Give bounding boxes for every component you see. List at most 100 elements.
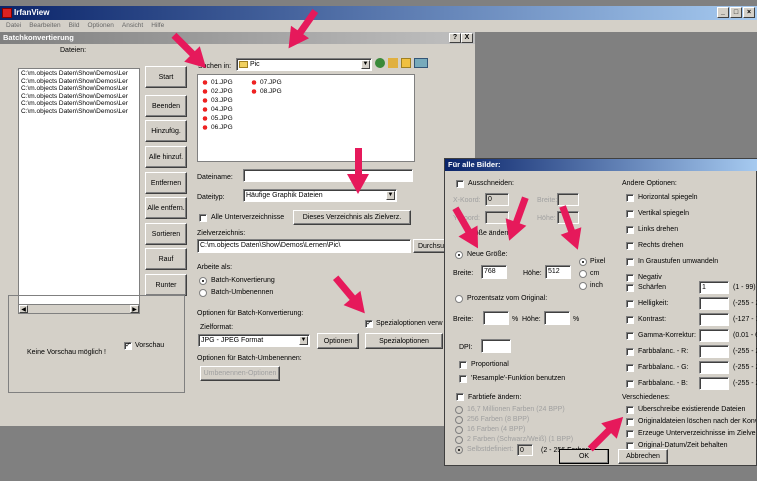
percent-radio[interactable]	[455, 295, 463, 303]
color-depth-radio[interactable]	[455, 436, 463, 444]
file-item[interactable]: 04.JPG	[201, 105, 233, 114]
new-folder-icon[interactable]	[401, 58, 411, 68]
file-item[interactable]: 07.JPG	[250, 78, 282, 87]
special-options-button[interactable]: Spezialoptionen	[365, 333, 443, 349]
preview-checkbox[interactable]: ✓	[124, 342, 132, 350]
view-menu-icon[interactable]	[414, 58, 428, 68]
minimize-button[interactable]: _	[717, 7, 729, 18]
adjust-checkbox[interactable]	[626, 316, 634, 324]
list-item[interactable]: C:\m.objects Daten\Show\Demos\Ler	[21, 108, 137, 116]
list-item[interactable]: C:\m.objects Daten\Show\Demos\Ler	[21, 70, 137, 78]
color-depth-radio[interactable]	[455, 416, 463, 424]
resize-breite-input[interactable]: 768	[481, 265, 507, 279]
crop-breite-input[interactable]	[557, 193, 579, 206]
close-button[interactable]: ×	[743, 7, 755, 18]
search-in-dropdown[interactable]: Pic ▼	[236, 58, 372, 71]
move-down-button[interactable]: Runter	[145, 274, 187, 296]
help-button[interactable]: ?	[449, 33, 461, 43]
cancel-button[interactable]: Abbrechen	[618, 449, 668, 464]
zielformat-select[interactable]: JPG - JPEG Format ▼	[198, 334, 310, 347]
dateiname-input[interactable]	[243, 169, 413, 182]
remove-button[interactable]: Entfernen	[145, 172, 187, 194]
color-depth-radio[interactable]	[455, 426, 463, 434]
pixel-radio[interactable]	[579, 258, 587, 266]
file-item[interactable]: 06.JPG	[201, 123, 233, 132]
batch-close-button[interactable]: X	[461, 33, 473, 43]
options-button[interactable]: Optionen	[317, 333, 359, 349]
file-item[interactable]: 08.JPG	[250, 87, 282, 96]
set-target-dir-button[interactable]: Dieses Verzeichnis als Zielverz.	[293, 210, 411, 225]
menu-hilfe[interactable]: Hilfe	[151, 20, 164, 32]
resize-hoehe-input[interactable]: 512	[545, 265, 571, 279]
other-option-checkbox[interactable]	[626, 194, 634, 202]
special-options-checkbox[interactable]: ✓	[365, 320, 373, 328]
file-item[interactable]: 03.JPG	[201, 96, 233, 105]
adjust-input[interactable]	[699, 361, 729, 374]
back-icon[interactable]	[375, 58, 385, 68]
maximize-button[interactable]: □	[730, 7, 742, 18]
file-item[interactable]: 02.JPG	[201, 87, 233, 96]
menu-optionen[interactable]: Optionen	[87, 20, 113, 32]
cm-radio[interactable]	[579, 270, 587, 278]
up-folder-icon[interactable]	[388, 58, 398, 68]
resample-checkbox[interactable]	[459, 375, 467, 383]
file-browser[interactable]: 01.JPG 02.JPG 03.JPG 04.JPG 05.JPG 06.JPG 07.…	[197, 74, 415, 162]
batch-rename-radio[interactable]	[199, 289, 207, 297]
sort-button[interactable]: Sortieren	[145, 223, 187, 245]
ok-button[interactable]: OK	[559, 449, 609, 464]
rename-options-button[interactable]: Umbenennen-Optionen	[200, 366, 280, 381]
crop-checkbox[interactable]	[456, 180, 464, 188]
custom-colors-input[interactable]: 0	[517, 444, 533, 456]
menu-ansicht[interactable]: Ansicht	[122, 20, 143, 32]
move-up-button[interactable]: Rauf	[145, 248, 187, 270]
new-size-radio[interactable]	[455, 251, 463, 259]
subdirs-checkbox[interactable]	[199, 214, 207, 222]
adjust-checkbox[interactable]	[626, 380, 634, 388]
file-list[interactable]: C:\m.objects Daten\Show\Demos\Ler C:\m.ob…	[18, 68, 140, 314]
pct-breite-input[interactable]	[483, 311, 509, 325]
start-button[interactable]: Start	[145, 66, 187, 88]
batch-convert-radio[interactable]	[199, 277, 207, 285]
beenden-button[interactable]: Beenden	[145, 95, 187, 117]
adjust-input[interactable]	[699, 377, 729, 390]
remove-all-button[interactable]: Alle entfern.	[145, 197, 187, 219]
adjust-checkbox[interactable]	[626, 348, 634, 356]
add-all-button[interactable]: Alle hinzuf.	[145, 146, 187, 168]
adjust-input[interactable]	[699, 313, 729, 326]
adjust-input[interactable]: 1	[699, 281, 729, 294]
list-item[interactable]: C:\m.objects Daten\Show\Demos\Ler	[21, 100, 137, 108]
adjust-input[interactable]	[699, 297, 729, 310]
color-depth-radio[interactable]	[455, 406, 463, 414]
dpi-input[interactable]	[481, 339, 511, 353]
other-option-checkbox[interactable]	[626, 242, 634, 250]
file-item[interactable]: 05.JPG	[201, 114, 233, 123]
other-option-checkbox[interactable]	[626, 258, 634, 266]
list-item[interactable]: C:\m.objects Daten\Show\Demos\Ler	[21, 78, 137, 86]
adjust-input[interactable]	[699, 329, 729, 342]
adjust-checkbox[interactable]	[626, 300, 634, 308]
inch-radio[interactable]	[579, 282, 587, 290]
adjust-input[interactable]	[699, 345, 729, 358]
menu-bild[interactable]: Bild	[69, 20, 80, 32]
chevron-down-icon: ▼	[299, 336, 308, 345]
color-depth-radio[interactable]	[455, 446, 463, 454]
other-option-checkbox[interactable]	[626, 226, 634, 234]
color-depth-checkbox[interactable]	[456, 393, 464, 401]
xkoord-input[interactable]: 0	[485, 193, 509, 206]
list-item[interactable]: C:\m.objects Daten\Show\Demos\Ler	[21, 93, 137, 101]
other-option-checkbox[interactable]	[626, 274, 634, 282]
adjust-checkbox[interactable]	[626, 284, 634, 292]
dateityp-select[interactable]: Häufige Graphik Dateien ▼	[243, 189, 397, 202]
adjust-checkbox[interactable]	[626, 364, 634, 372]
menu-datei[interactable]: Datei	[6, 20, 21, 32]
other-option-checkbox[interactable]	[626, 210, 634, 218]
adjust-checkbox[interactable]	[626, 332, 634, 340]
pct-hoehe-input[interactable]	[544, 311, 570, 325]
zielverz-input[interactable]: C:\m.objects Daten\Show\Demos\Lernen\Pic…	[197, 239, 411, 253]
menu-bearbeiten[interactable]: Bearbeiten	[29, 20, 60, 32]
list-item[interactable]: C:\m.objects Daten\Show\Demos\Ler	[21, 85, 137, 93]
add-button[interactable]: Hinzufüg.	[145, 120, 187, 142]
file-item[interactable]: 01.JPG	[201, 78, 233, 87]
misc-checkbox[interactable]	[626, 430, 634, 438]
proportional-checkbox[interactable]	[459, 361, 467, 369]
